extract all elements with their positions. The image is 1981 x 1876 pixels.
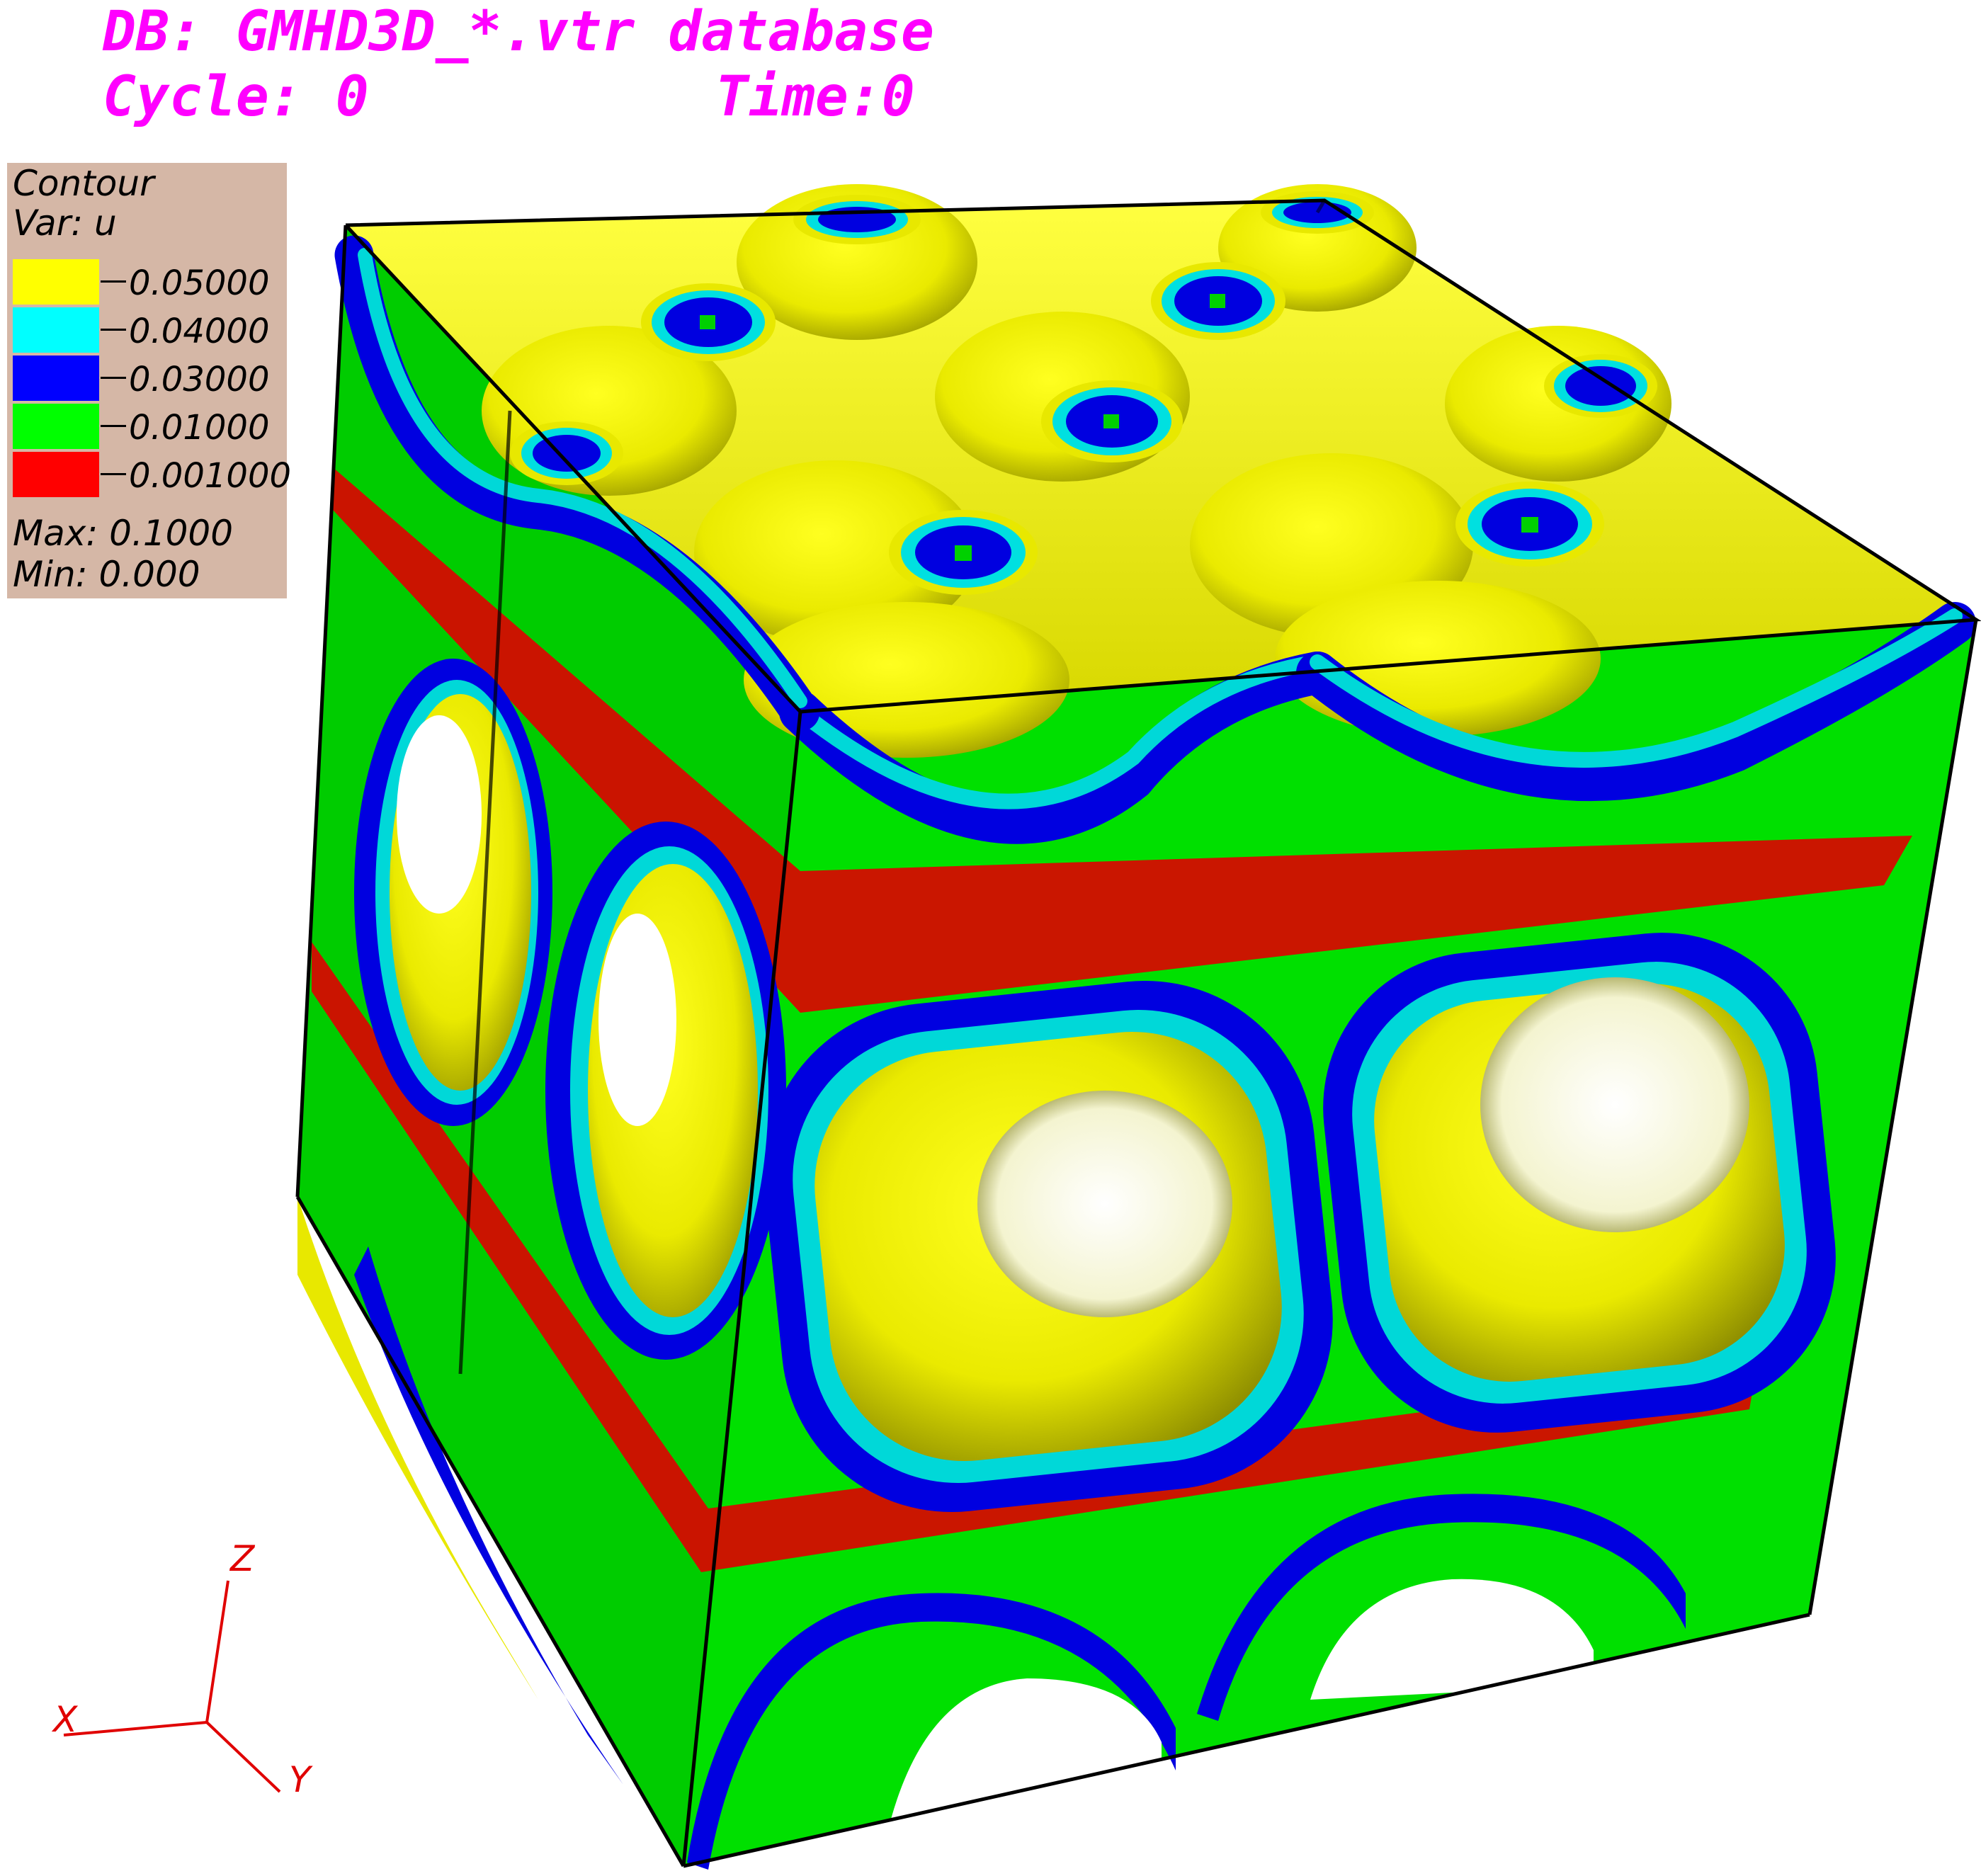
- legend-max: Max: 0.1000: [13, 513, 234, 554]
- database-label: DB: GMHD3D_*.vtr database: [103, 0, 934, 64]
- legend-tick: [101, 329, 126, 331]
- legend-level-label: 0.05000: [129, 263, 270, 303]
- legend-plot-type: Contour: [13, 163, 154, 204]
- legend-level-label: 0.04000: [129, 312, 270, 351]
- x-axis-label: X: [51, 1699, 79, 1740]
- legend-level-label: 0.03000: [129, 360, 270, 399]
- contour-legend: Contour Var: u 0.05000 0.04000 0.03000 0…: [7, 163, 291, 598]
- z-axis-line: [205, 1580, 229, 1723]
- cycle-label: Cycle: 0: [103, 65, 369, 129]
- legend-swatch-0: [13, 259, 99, 305]
- time-label: Time:0: [715, 65, 915, 129]
- legend-tick: [101, 473, 126, 475]
- legend-level-label: 0.01000: [129, 408, 270, 448]
- legend-variable: Var: u: [13, 203, 117, 244]
- legend-swatch-1: [13, 307, 99, 353]
- y-axis-label: Y: [289, 1759, 313, 1800]
- legend-tick: [101, 280, 126, 283]
- legend-swatch-4: [13, 452, 99, 497]
- legend-swatch-3: [13, 404, 99, 449]
- legend-swatch-2: [13, 356, 99, 401]
- legend-level-label: 0.001000: [129, 456, 292, 496]
- x-axis-line: [63, 1721, 208, 1736]
- y-axis-line: [205, 1721, 281, 1793]
- axes-triad: [63, 1580, 281, 1793]
- contour-render: Z X Y: [51, 184, 1981, 1870]
- z-axis-label: Z: [229, 1538, 256, 1579]
- legend-tick: [101, 425, 126, 427]
- legend-tick: [101, 377, 126, 379]
- legend-min: Min: 0.000: [13, 554, 200, 595]
